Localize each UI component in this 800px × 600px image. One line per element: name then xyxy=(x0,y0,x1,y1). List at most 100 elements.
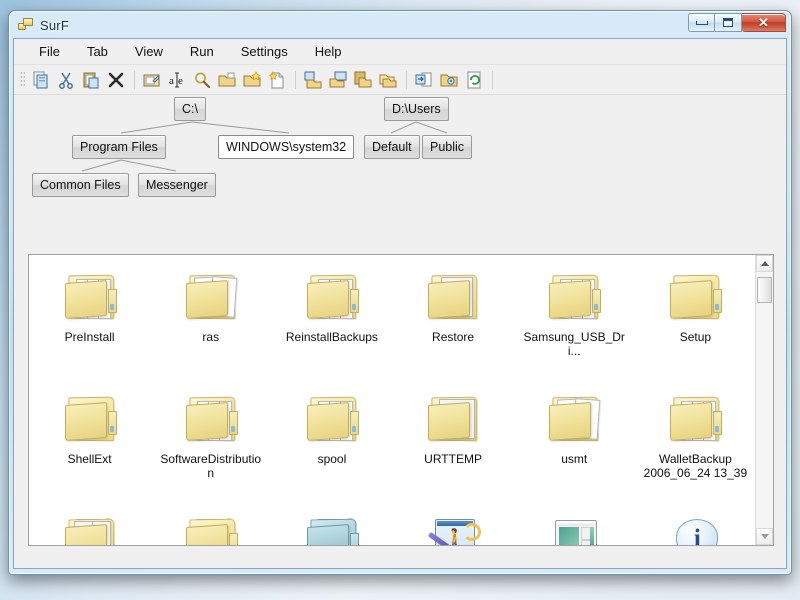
scroll-up-button[interactable] xyxy=(756,255,773,272)
file-item[interactable]: usmt xyxy=(514,383,635,505)
svg-text:a: a xyxy=(169,75,174,87)
folder-window-icon xyxy=(60,513,120,545)
refresh-icon[interactable] xyxy=(462,68,486,91)
folder-window-icon xyxy=(423,391,483,447)
file-item-selected[interactable]: xircom xyxy=(271,505,392,545)
minimize-icon xyxy=(695,20,708,25)
folder-docs-icon xyxy=(181,269,241,325)
file-item[interactable]: URTTEMP xyxy=(392,383,513,505)
file-label: PreInstall xyxy=(64,330,115,344)
file-item[interactable]: ReinstallBackups xyxy=(271,261,392,383)
menu-item-settings[interactable]: Settings xyxy=(230,41,299,62)
scroll-down-button[interactable] xyxy=(756,528,773,545)
copy-icon[interactable] xyxy=(29,68,53,91)
close-icon: ✕ xyxy=(758,15,769,30)
move-to-folder-icon[interactable] xyxy=(376,68,400,91)
file-item[interactable]: ras xyxy=(150,261,271,383)
delete-icon[interactable] xyxy=(104,68,128,91)
tab-program-files[interactable]: Program Files xyxy=(72,135,166,159)
file-item[interactable]: PreInstall xyxy=(29,261,150,383)
folder-papers-icon xyxy=(544,269,604,325)
folder-empty-icon xyxy=(60,391,120,447)
folder-docs-icon xyxy=(544,391,604,447)
file-label: ReinstallBackups xyxy=(285,330,378,344)
file-label: ras xyxy=(202,330,220,344)
file-label: SoftwareDistribution xyxy=(160,452,262,480)
cut-icon[interactable] xyxy=(54,68,78,91)
new-file-icon[interactable] xyxy=(265,68,289,91)
folder-papers-icon xyxy=(181,391,241,447)
search-icon[interactable] xyxy=(190,68,214,91)
folder-options-icon[interactable] xyxy=(437,68,461,91)
tab-public[interactable]: Public xyxy=(422,135,473,159)
file-item[interactable]: spool xyxy=(271,383,392,505)
tab-c-drive[interactable]: C:\ xyxy=(174,97,206,121)
file-item[interactable]: 🚶 accwiz.exe xyxy=(392,505,513,545)
file-item[interactable]: actmovie.exe xyxy=(514,505,635,545)
scroll-up-arrow-icon xyxy=(760,261,769,266)
file-grid: PreInstall ras ReinstallBackups Restore … xyxy=(29,255,756,545)
open-folder-icon[interactable] xyxy=(215,68,239,91)
folder-papers-icon xyxy=(302,269,362,325)
properties-icon[interactable] xyxy=(140,68,164,91)
window-title: SurF xyxy=(40,17,69,33)
folder-papers-icon xyxy=(302,391,362,447)
file-item[interactable]: i ahui.exe xyxy=(635,505,756,545)
toolbar-separator xyxy=(295,70,296,89)
copy-to-folder-icon[interactable] xyxy=(351,68,375,91)
folder-empty-icon xyxy=(181,513,241,545)
folder-window-icon xyxy=(423,269,483,325)
folder-empty-icon xyxy=(302,513,362,545)
file-label: URTTEMP xyxy=(424,452,482,466)
menu-bar: File Tab View Run Settings Help xyxy=(14,39,786,65)
tab-messenger[interactable]: Messenger xyxy=(138,173,216,197)
toolbar-separator xyxy=(406,70,407,89)
scroll-thumb[interactable] xyxy=(757,277,772,303)
tab-windows-system32[interactable]: WINDOWS\system32 xyxy=(218,135,355,159)
svg-text:e: e xyxy=(178,75,183,87)
dual-pane-icon[interactable] xyxy=(326,68,350,91)
maximize-button[interactable] xyxy=(715,13,742,32)
folder-papers-icon xyxy=(60,269,120,325)
file-item[interactable]: ShellExt xyxy=(29,383,150,505)
application-window: SurF ✕ File Tab View Run Settings Help a… xyxy=(8,10,792,575)
file-item[interactable]: Setup xyxy=(635,261,756,383)
rename-icon[interactable]: a e xyxy=(165,68,189,91)
menu-item-view[interactable]: View xyxy=(124,41,174,62)
new-folder-icon[interactable] xyxy=(240,68,264,91)
tab-common-files[interactable]: Common Files xyxy=(32,173,129,197)
minimize-button[interactable] xyxy=(688,13,715,32)
folder-empty-icon xyxy=(665,269,725,325)
file-item[interactable]: wbem xyxy=(29,505,150,545)
file-label: WalletBackup 2006_06_24 13_39 xyxy=(643,452,748,480)
menu-item-help[interactable]: Help xyxy=(304,41,353,62)
file-label: usmt xyxy=(561,452,588,466)
file-transfer-icon[interactable] xyxy=(412,68,436,91)
split-view-icon[interactable] xyxy=(301,68,325,91)
paste-icon[interactable] xyxy=(79,68,103,91)
info-balloon-icon: i xyxy=(665,513,725,545)
menu-item-file[interactable]: File xyxy=(28,41,71,62)
file-item[interactable]: SoftwareDistribution xyxy=(150,383,271,505)
file-item[interactable]: Restore xyxy=(392,261,513,383)
menu-item-tab[interactable]: Tab xyxy=(76,41,119,62)
file-item[interactable]: WalletBackup 2006_06_24 13_39 xyxy=(635,383,756,505)
close-button[interactable]: ✕ xyxy=(742,13,786,32)
client-area: File Tab View Run Settings Help a e C:\ … xyxy=(13,38,787,569)
window-controls: ✕ xyxy=(688,13,786,32)
accessibility-wizard-icon: 🚶 xyxy=(423,513,483,545)
cascading-windows-icon xyxy=(18,17,34,33)
vertical-scrollbar[interactable] xyxy=(755,255,773,545)
toolbar-grip[interactable] xyxy=(20,71,25,88)
maximize-icon xyxy=(723,18,733,27)
folder-papers-icon xyxy=(665,391,725,447)
tab-tree: C:\ D:\Users Program Files WINDOWS\syste… xyxy=(14,95,786,197)
file-item[interactable]: Samsung_USB_Dri... xyxy=(514,261,635,383)
file-label: spool xyxy=(317,452,347,466)
tab-d-users[interactable]: D:\Users xyxy=(384,97,449,121)
file-label: Samsung_USB_Dri... xyxy=(523,330,625,358)
file-item[interactable]: wins xyxy=(150,505,271,545)
tab-default[interactable]: Default xyxy=(364,135,420,159)
file-list-panel: PreInstall ras ReinstallBackups Restore … xyxy=(28,254,774,546)
menu-item-run[interactable]: Run xyxy=(179,41,225,62)
